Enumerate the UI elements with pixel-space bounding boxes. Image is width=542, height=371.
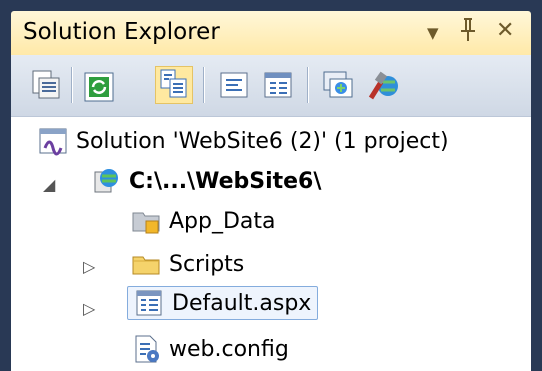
toolbar-separator: [71, 67, 72, 103]
aspx-page-icon: [134, 288, 164, 318]
window-position-dropdown-icon[interactable]: ▼: [427, 19, 439, 47]
collapse-arrow-icon[interactable]: ◢: [43, 175, 55, 194]
expand-arrow-icon[interactable]: ▷: [83, 257, 95, 276]
pin-icon[interactable]: [458, 17, 478, 51]
solution-label: Solution 'WebSite6 (2)' (1 project): [76, 128, 449, 154]
tree-item-label: web.config: [169, 336, 289, 362]
app-data-folder-icon: [131, 206, 161, 236]
nest-related-files-icon[interactable]: [155, 66, 193, 104]
title-bar[interactable]: Solution Explorer ▼ ✕: [11, 11, 531, 55]
tree-node-project[interactable]: C:\...\WebSite6\: [91, 163, 321, 199]
view-code-icon[interactable]: [217, 68, 251, 102]
panel-title: Solution Explorer: [23, 19, 220, 45]
expand-arrow-icon[interactable]: ▷: [83, 299, 95, 318]
project-label: C:\...\WebSite6\: [129, 168, 322, 194]
tree-node-default-aspx[interactable]: Default.aspx: [127, 286, 319, 320]
toolbar: [11, 55, 531, 117]
solution-tree: Solution 'WebSite6 (2)' (1 project) ◢ C:…: [11, 117, 531, 371]
config-file-icon: [131, 334, 161, 364]
solution-icon: [38, 126, 68, 156]
folder-icon: [131, 249, 161, 279]
tree-node-app-data[interactable]: App_Data: [131, 203, 276, 239]
properties-icon[interactable]: [29, 68, 63, 102]
view-designer-icon[interactable]: [261, 68, 295, 102]
solution-explorer-window: Solution Explorer ▼ ✕ Solution 'WebSite6…: [0, 0, 542, 371]
tree-item-label: App_Data: [169, 208, 276, 234]
website-project-icon: [91, 166, 121, 196]
copy-website-icon[interactable]: [321, 68, 355, 102]
toolbar-separator: [203, 67, 204, 103]
tree-node-scripts[interactable]: Scripts: [131, 246, 244, 282]
asp-net-configuration-icon[interactable]: [367, 68, 401, 102]
tree-item-label: Scripts: [169, 251, 245, 277]
refresh-icon[interactable]: [83, 71, 117, 105]
tree-node-solution[interactable]: Solution 'WebSite6 (2)' (1 project): [38, 123, 449, 159]
tree-item-label: Default.aspx: [172, 290, 312, 316]
selected-item-highlight: Default.aspx: [127, 286, 319, 320]
close-icon[interactable]: ✕: [496, 17, 514, 45]
tree-node-web-config[interactable]: web.config: [131, 331, 289, 367]
toolbar-separator: [307, 67, 308, 103]
